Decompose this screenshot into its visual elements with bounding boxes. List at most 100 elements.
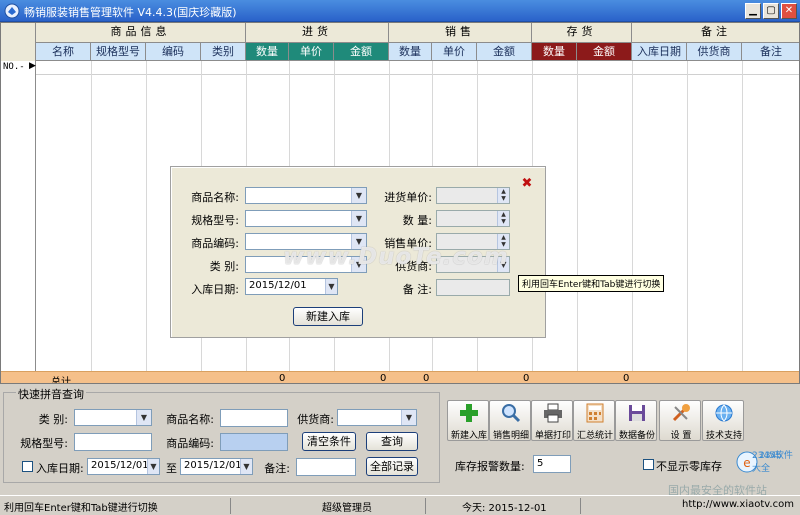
status-divider [230, 498, 231, 514]
in-date-checkbox[interactable] [22, 461, 33, 472]
row-header-column [1, 61, 36, 371]
query-name-label: 商品名称: [166, 413, 214, 426]
chevron-down-icon[interactable]: ▼ [147, 459, 159, 474]
printer-icon [544, 403, 562, 423]
status-today: 今天: 2015-12-01 [462, 503, 547, 514]
in-price-label: 进货单价: [384, 191, 432, 204]
col-header-sale-price[interactable]: 单价 [432, 43, 477, 61]
new-stock-in-tool-button[interactable]: 新建入库 [447, 400, 489, 441]
date-to-picker[interactable]: 2015/12/01 ▼ [180, 458, 253, 475]
chevron-down-icon[interactable]: ▼ [351, 188, 366, 203]
chevron-down-icon[interactable]: ▼ [325, 279, 337, 294]
hide-zero-stock-checkbox[interactable] [643, 459, 654, 470]
group-header-purchase: 进货 [246, 23, 389, 43]
tech-support-tool-button[interactable]: 技术支持 [702, 400, 744, 441]
date-from-value: 2015/12/01 [91, 460, 149, 471]
data-backup-tool-button[interactable]: 数据备份 [615, 400, 657, 441]
maximize-button[interactable]: ▢ [763, 3, 779, 19]
col-header-sale-amount[interactable]: 金额 [477, 43, 532, 61]
data-backup-tool-label: 数据备份 [618, 431, 655, 441]
close-button[interactable]: ✕ [781, 3, 797, 19]
print-receipt-tool-label: 单据打印 [534, 431, 571, 441]
product-name-combo[interactable]: ▼ [245, 187, 367, 204]
query-code-label: 商品编码: [166, 437, 214, 450]
svg-text:e: e [743, 456, 750, 470]
tools-icon [672, 404, 690, 422]
spinner-arrows-icon[interactable]: ▲ ▼ [497, 188, 509, 203]
col-header-in-price[interactable]: 单价 [289, 43, 334, 61]
close-x-icon[interactable]: ✖ [520, 177, 534, 191]
col-divider [146, 61, 147, 371]
print-receipt-tool-button[interactable]: 单据打印 [531, 400, 573, 441]
table-row[interactable] [36, 61, 799, 75]
query-name-input[interactable] [220, 409, 288, 427]
query-category-combo[interactable]: ▼ [74, 409, 152, 426]
in-date-picker[interactable]: 2015/12/01 ▼ [245, 278, 338, 295]
status-divider [580, 498, 581, 514]
chevron-down-icon[interactable]: ▼ [136, 410, 151, 425]
clear-conditions-button[interactable]: 清空条件 [302, 432, 356, 451]
col-header-category[interactable]: 类别 [201, 43, 246, 61]
settings-tool-button[interactable]: 设 置 [659, 400, 701, 441]
query-spec-input[interactable] [74, 433, 152, 451]
query-remark-input[interactable] [296, 458, 356, 476]
totals-label: 总计 [51, 377, 71, 384]
col-header-supplier[interactable]: 供货商 [687, 43, 742, 61]
app-logo-icon [4, 3, 20, 19]
minimize-button[interactable]: ▁ [745, 3, 761, 19]
col-header-code[interactable]: 编码 [146, 43, 201, 61]
status-divider [425, 498, 426, 514]
col-header-remark[interactable]: 备注 [742, 43, 799, 61]
col-header-sale-qty[interactable]: 数量 [389, 43, 432, 61]
quantity-label: 数 量: [402, 214, 432, 227]
search-button[interactable]: 查询 [366, 432, 418, 451]
summary-stats-tool-button[interactable]: 汇总统计 [573, 400, 615, 441]
col-header-in-date[interactable]: 入库日期 [632, 43, 687, 61]
status-hint: 利用回车Enter键和Tab键进行切换 [4, 503, 158, 514]
stock-alert-label: 库存报警数量: [455, 460, 525, 473]
spec-combo[interactable]: ▼ [245, 210, 367, 227]
col-header-stock-qty[interactable]: 数量 [532, 43, 577, 61]
date-range-to-label: 至 [166, 462, 177, 475]
chevron-down-icon[interactable]: ▼ [351, 211, 366, 226]
query-code-input[interactable] [220, 433, 288, 451]
new-stock-in-tool-label: 新建入库 [450, 431, 487, 441]
query-supplier-combo[interactable]: ▼ [337, 409, 417, 426]
remark-input[interactable] [436, 279, 510, 296]
stock-alert-value: 5 [537, 458, 544, 469]
query-supplier-label: 供货商: [297, 413, 334, 426]
col-header-stock-amount[interactable]: 金额 [577, 43, 632, 61]
spinner-arrows-icon[interactable]: ▲ ▼ [497, 211, 509, 226]
magnifier-icon [502, 404, 521, 423]
chevron-down-icon[interactable]: ▼ [240, 459, 252, 474]
sales-detail-tool-button[interactable]: 销售明细 [489, 400, 531, 441]
add-plus-icon [460, 404, 478, 422]
settings-tool-label: 设 置 [670, 431, 692, 441]
query-category-label: 类 别: [38, 413, 68, 426]
title-bar: 畅销服装销售管理软件 V4.4.3(国庆珍藏版) ▁ ▢ ✕ [0, 0, 800, 22]
col-divider [742, 61, 743, 371]
query-spec-label: 规格型号: [20, 437, 68, 450]
all-records-button[interactable]: 全部记录 [366, 457, 418, 476]
new-stock-in-button[interactable]: 新建入库 [293, 307, 363, 326]
date-from-picker[interactable]: 2015/12/01 ▼ [87, 458, 160, 475]
calculator-icon [586, 403, 604, 423]
product-name-label: 商品名称: [191, 191, 239, 204]
col-header-in-qty[interactable]: 数量 [246, 43, 289, 61]
status-url: http://www.xiaotv.com [682, 499, 794, 510]
quantity-spinner[interactable]: ▲ ▼ [436, 210, 510, 227]
hint-tooltip: 利用回车Enter键和Tab键进行切换 [518, 275, 665, 292]
chevron-down-icon[interactable]: ▼ [401, 410, 416, 425]
col-header-name[interactable]: 名称 [36, 43, 91, 61]
hide-zero-stock-label: 不显示零库存 [656, 460, 722, 473]
stock-alert-input[interactable]: 5 [533, 455, 571, 473]
in-price-spinner[interactable]: ▲ ▼ [436, 187, 510, 204]
col-header-spec[interactable]: 规格型号 [91, 43, 146, 61]
floppy-disk-icon [629, 405, 645, 421]
col-header-in-amount[interactable]: 金额 [334, 43, 389, 61]
spec-label: 规格型号: [191, 214, 239, 227]
total-in-qty: 0 [279, 373, 286, 384]
col-divider [632, 61, 633, 371]
total-sale-amount: 0 [523, 373, 530, 384]
row-number-label: NO.- [3, 62, 25, 72]
